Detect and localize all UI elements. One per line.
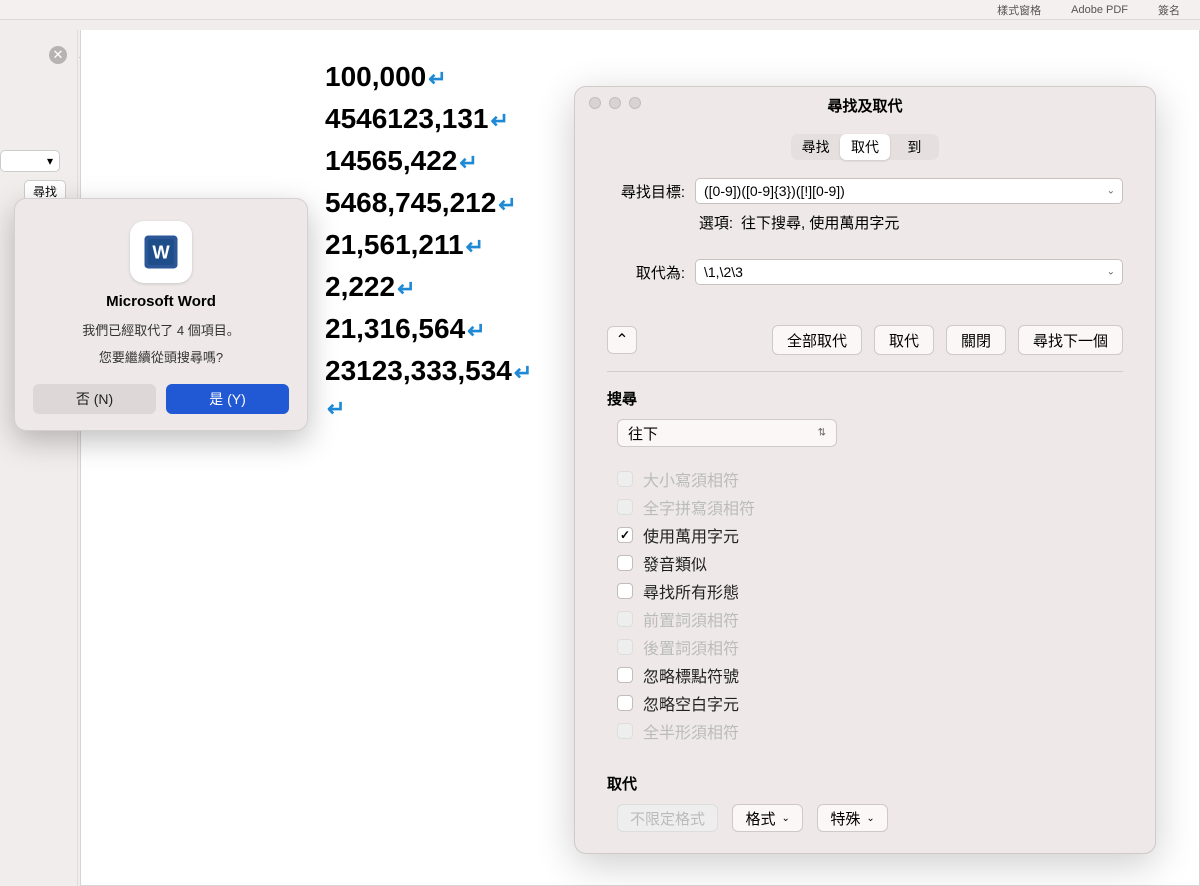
checkbox-option[interactable]: 忽略空白字元 — [617, 689, 1123, 717]
checkbox-label: 發音類似 — [643, 551, 707, 575]
close-window-icon[interactable] — [589, 97, 601, 109]
svg-text:W: W — [152, 241, 170, 262]
close-icon[interactable]: ✕ — [49, 46, 67, 64]
paragraph-mark-icon: ↵ — [327, 392, 345, 425]
checkbox-label: 使用萬用字元 — [643, 523, 739, 547]
doc-line: ↵ — [325, 392, 532, 425]
format-button[interactable]: 格式⌄ — [732, 804, 802, 832]
doc-line: 100,000↵ — [325, 56, 532, 98]
close-button[interactable]: 關閉 — [946, 325, 1006, 355]
word-app-icon: W — [130, 221, 192, 283]
alert-question: 您要繼續從頭搜尋嗎? — [33, 347, 289, 366]
special-button[interactable]: 特殊⌄ — [817, 804, 887, 832]
replace-label: 取代為: — [607, 262, 685, 283]
doc-line: 21,316,564↵ — [325, 308, 532, 350]
find-replace-window: 尋找及取代 尋找 取代 到 尋找目標: ⌄ 選項: 往下搜尋, 使用萬用字元 取… — [574, 86, 1156, 854]
tab-bar: 尋找 取代 到 — [791, 134, 939, 160]
checkbox-option[interactable]: 發音類似 — [617, 549, 1123, 577]
alert-title: Microsoft Word — [33, 293, 289, 310]
ribbon-label: 樣式窗格 — [997, 2, 1041, 18]
options-label: 選項: — [695, 212, 733, 233]
checkbox-label: 後置詞須相符 — [643, 635, 739, 659]
navigation-panel: ✕ ▾ 尋找 — [0, 30, 78, 886]
checkbox-box — [617, 639, 633, 655]
doc-line: 2,222↵ — [325, 266, 532, 308]
paragraph-mark-icon: ↵ — [428, 62, 446, 95]
search-options-list: 大小寫須相符全字拼寫須相符使用萬用字元發音類似尋找所有形態前置詞須相符後置詞須相… — [617, 465, 1123, 745]
doc-line: 14565,422↵ — [325, 140, 532, 182]
paragraph-mark-icon: ↵ — [514, 356, 532, 389]
collapse-button[interactable]: ⌃ — [607, 326, 637, 354]
zoom-window-icon[interactable] — [629, 97, 641, 109]
paragraph-mark-icon: ↵ — [491, 104, 509, 137]
chevron-down-icon: ⌄ — [866, 813, 874, 824]
doc-line: 21,561,211↵ — [325, 224, 532, 266]
doc-line: 4546123,131↵ — [325, 98, 532, 140]
checkbox-box — [617, 667, 633, 683]
replace-button[interactable]: 取代 — [874, 325, 934, 355]
alert-message: 我們已經取代了 4 個項目。 — [33, 320, 289, 339]
chevron-up-icon: ⌃ — [615, 330, 628, 350]
replace-section-title: 取代 — [607, 773, 1123, 794]
checkbox-box — [617, 471, 633, 487]
paragraph-mark-icon: ↵ — [467, 314, 485, 347]
find-next-button[interactable]: 尋找下一個 — [1018, 325, 1123, 355]
chevron-down-icon: ⌄ — [781, 813, 789, 824]
checkbox-option: 全字拼寫須相符 — [617, 493, 1123, 521]
checkbox-box — [617, 499, 633, 515]
checkbox-box — [617, 611, 633, 627]
find-label: 尋找目標: — [607, 181, 685, 202]
document-content: 100,000↵ 4546123,131↵ 14565,422↵ 5468,74… — [325, 56, 532, 425]
find-input[interactable] — [695, 178, 1123, 204]
window-title: 尋找及取代 — [575, 95, 1155, 116]
checkbox-label: 全半形須相符 — [643, 719, 739, 743]
options-value: 往下搜尋, 使用萬用字元 — [741, 212, 899, 233]
replace-all-button[interactable]: 全部取代 — [772, 325, 862, 355]
yes-button[interactable]: 是 (Y) — [166, 384, 289, 414]
checkbox-option[interactable]: 使用萬用字元 — [617, 521, 1123, 549]
minimize-window-icon[interactable] — [609, 97, 621, 109]
paragraph-mark-icon: ↵ — [459, 146, 477, 179]
alert-dialog: W Microsoft Word 我們已經取代了 4 個項目。 您要繼續從頭搜尋… — [14, 198, 308, 431]
ribbon-label: Adobe PDF — [1071, 4, 1128, 16]
search-direction-select[interactable]: 往下 ⇅ — [617, 419, 837, 447]
checkbox-box — [617, 583, 633, 599]
tab-goto[interactable]: 到 — [890, 134, 939, 160]
checkbox-option: 前置詞須相符 — [617, 605, 1123, 633]
checkbox-option: 全半形須相符 — [617, 717, 1123, 745]
paragraph-mark-icon: ↵ — [397, 272, 415, 305]
checkbox-label: 忽略空白字元 — [643, 691, 739, 715]
checkbox-box — [617, 723, 633, 739]
checkbox-box — [617, 555, 633, 571]
checkbox-option[interactable]: 忽略標點符號 — [617, 661, 1123, 689]
ribbon-label: 簽名 — [1158, 2, 1180, 18]
window-traffic-lights — [589, 97, 641, 109]
paragraph-mark-icon: ↵ — [498, 188, 516, 221]
search-section-title: 搜尋 — [607, 388, 1123, 409]
checkbox-label: 忽略標點符號 — [643, 663, 739, 687]
checkbox-label: 大小寫須相符 — [643, 467, 739, 491]
checkbox-label: 全字拼寫須相符 — [643, 495, 755, 519]
updown-arrows-icon: ⇅ — [818, 428, 826, 439]
checkbox-box — [617, 527, 633, 543]
checkbox-option: 後置詞須相符 — [617, 633, 1123, 661]
paragraph-mark-icon: ↵ — [466, 230, 484, 263]
replace-input[interactable] — [695, 259, 1123, 285]
tab-find[interactable]: 尋找 — [791, 134, 840, 160]
doc-line: 23123,333,534↵ — [325, 350, 532, 392]
ribbon-strip: 樣式窗格 Adobe PDF 簽名 — [0, 0, 1200, 20]
checkbox-label: 前置詞須相符 — [643, 607, 739, 631]
checkbox-option: 大小寫須相符 — [617, 465, 1123, 493]
checkbox-box — [617, 695, 633, 711]
doc-line: 5468,745,212↵ — [325, 182, 532, 224]
checkbox-label: 尋找所有形態 — [643, 579, 739, 603]
dropdown-button[interactable]: ▾ — [0, 150, 60, 172]
no-button[interactable]: 否 (N) — [33, 384, 156, 414]
no-format-button: 不限定格式 — [617, 804, 718, 832]
tab-replace[interactable]: 取代 — [840, 134, 889, 160]
checkbox-option[interactable]: 尋找所有形態 — [617, 577, 1123, 605]
